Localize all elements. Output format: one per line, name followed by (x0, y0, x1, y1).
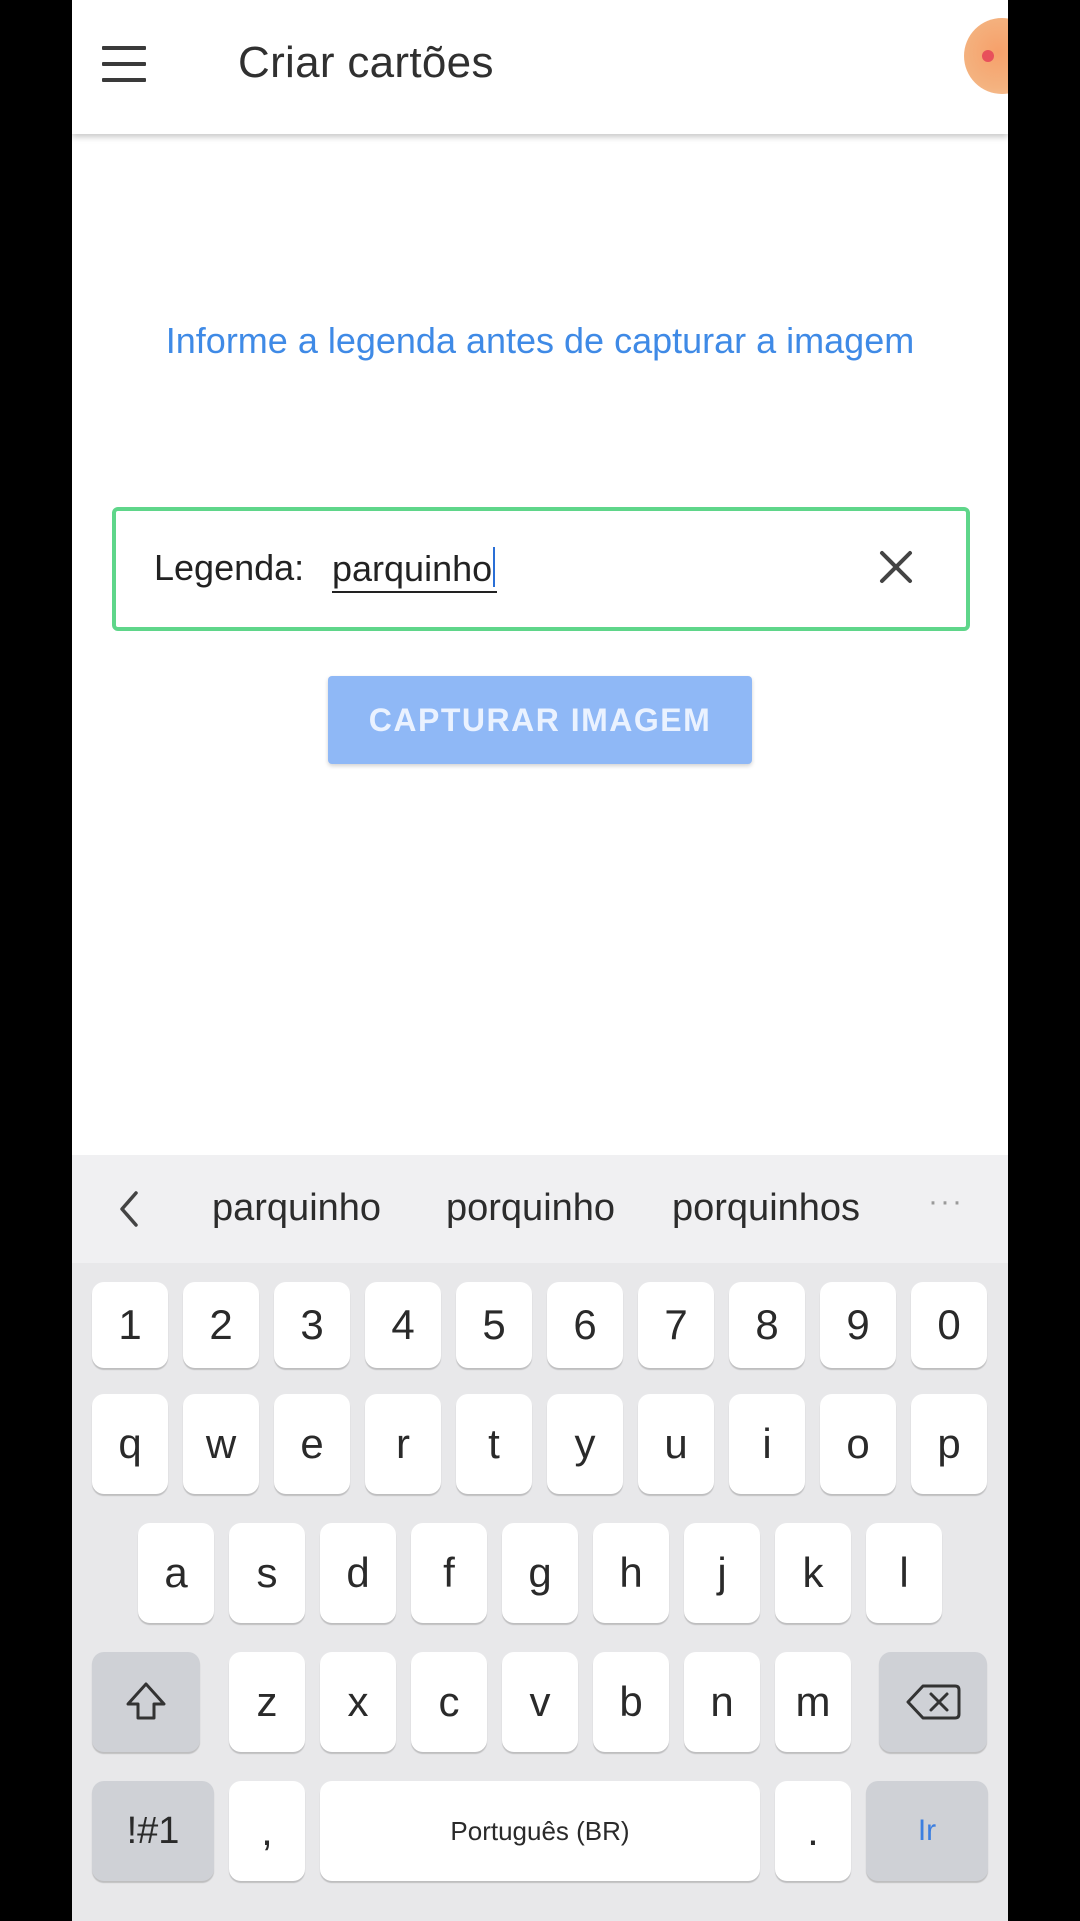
key-e[interactable]: e (274, 1394, 350, 1494)
caption-input-value: parquinho (332, 548, 493, 589)
key-6[interactable]: 6 (547, 1282, 623, 1368)
page-title: Criar cartões (238, 38, 494, 87)
backspace-key[interactable] (879, 1652, 987, 1752)
notification-dot-icon (982, 50, 994, 62)
suggestion-bar: parquinho porquinho porquinhos ··· (72, 1155, 1008, 1263)
caption-field-label: Legenda: (154, 547, 305, 588)
suggestion-item[interactable]: parquinho (212, 1187, 381, 1230)
key-q[interactable]: q (92, 1394, 168, 1494)
app-bar: Criar cartões (72, 0, 1008, 134)
shift-key[interactable] (92, 1652, 200, 1752)
key-a[interactable]: a (138, 1523, 214, 1623)
key-j[interactable]: j (684, 1523, 760, 1623)
key-l[interactable]: l (866, 1523, 942, 1623)
space-key[interactable]: Português (BR) (320, 1781, 760, 1881)
hamburger-menu-icon[interactable] (102, 42, 146, 86)
key-r[interactable]: r (365, 1394, 441, 1494)
key-c[interactable]: c (411, 1652, 487, 1752)
key-n[interactable]: n (684, 1652, 760, 1752)
app-screen: Criar cartões Informe a legenda antes de… (72, 0, 1008, 1921)
symbols-key[interactable]: !#1 (92, 1781, 214, 1881)
key-b[interactable]: b (593, 1652, 669, 1752)
key-4[interactable]: 4 (365, 1282, 441, 1368)
more-suggestions-icon[interactable]: ··· (928, 1185, 964, 1219)
backspace-icon (906, 1684, 961, 1720)
key-u[interactable]: u (638, 1394, 714, 1494)
key-z[interactable]: z (229, 1652, 305, 1752)
instruction-text: Informe a legenda antes de capturar a im… (165, 320, 915, 361)
capture-image-button[interactable]: CAPTURAR IMAGEM (328, 676, 752, 764)
close-icon[interactable] (876, 547, 916, 587)
key-o[interactable]: o (820, 1394, 896, 1494)
key-d[interactable]: d (320, 1523, 396, 1623)
key-3[interactable]: 3 (274, 1282, 350, 1368)
key-2[interactable]: 2 (183, 1282, 259, 1368)
key-9[interactable]: 9 (820, 1282, 896, 1368)
key-8[interactable]: 8 (729, 1282, 805, 1368)
key-7[interactable]: 7 (638, 1282, 714, 1368)
text-caret (493, 547, 496, 587)
suggestion-item[interactable]: porquinhos (672, 1187, 860, 1230)
key-s[interactable]: s (229, 1523, 305, 1623)
on-screen-keyboard: parquinho porquinho porquinhos ··· 1 2 3… (72, 1155, 1008, 1921)
key-m[interactable]: m (775, 1652, 851, 1752)
caption-field[interactable]: Legenda: parquinho (112, 507, 970, 631)
key-i[interactable]: i (729, 1394, 805, 1494)
key-w[interactable]: w (183, 1394, 259, 1494)
key-f[interactable]: f (411, 1523, 487, 1623)
caption-input[interactable]: parquinho (332, 547, 498, 593)
key-0[interactable]: 0 (911, 1282, 987, 1368)
key-v[interactable]: v (502, 1652, 578, 1752)
go-key[interactable]: Ir (866, 1781, 988, 1881)
key-t[interactable]: t (456, 1394, 532, 1494)
key-x[interactable]: x (320, 1652, 396, 1752)
key-h[interactable]: h (593, 1523, 669, 1623)
comma-key[interactable]: , (229, 1781, 305, 1881)
period-key[interactable]: . (775, 1781, 851, 1881)
chevron-left-icon[interactable] (110, 1189, 150, 1229)
key-5[interactable]: 5 (456, 1282, 532, 1368)
key-1[interactable]: 1 (92, 1282, 168, 1368)
shift-arrow-icon (126, 1682, 166, 1720)
key-p[interactable]: p (911, 1394, 987, 1494)
suggestion-item[interactable]: porquinho (446, 1187, 615, 1230)
key-y[interactable]: y (547, 1394, 623, 1494)
key-k[interactable]: k (775, 1523, 851, 1623)
key-g[interactable]: g (502, 1523, 578, 1623)
